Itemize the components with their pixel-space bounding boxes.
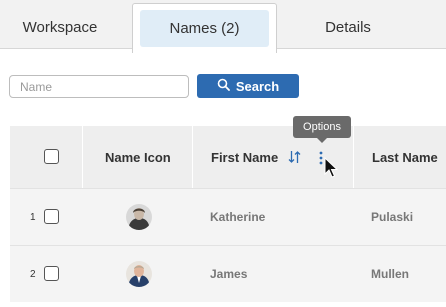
names-table: Name Icon First Name Last Name 1 Katheri… (10, 126, 446, 302)
table-row[interactable]: 2 James Mullen (10, 245, 446, 302)
column-divider (82, 126, 83, 188)
tab-names[interactable]: Names (2) (132, 3, 277, 53)
mouse-cursor-icon (324, 156, 339, 184)
row-checkbox[interactable] (44, 266, 59, 281)
select-all-checkbox[interactable] (44, 149, 59, 164)
tab-workspace[interactable]: Workspace (0, 0, 120, 48)
column-header-first-name[interactable]: First Name (211, 150, 278, 165)
options-tooltip: Options (293, 116, 351, 143)
column-divider (353, 126, 354, 188)
row-checkbox[interactable] (44, 209, 59, 224)
search-icon (217, 78, 230, 94)
table-header: Name Icon First Name Last Name (10, 126, 446, 188)
last-name-cell: Mullen (371, 267, 409, 281)
search-button-label: Search (235, 78, 280, 94)
tab-details[interactable]: Details (300, 0, 396, 48)
first-name-cell: James (210, 267, 248, 281)
last-name-cell: Pulaski (371, 210, 414, 224)
column-header-name-icon: Name Icon (105, 150, 171, 165)
column-header-last-name[interactable]: Last Name (372, 150, 438, 165)
row-number: 2 (30, 269, 36, 280)
column-divider (192, 126, 193, 188)
tab-bar: Workspace Names (2) Details (0, 0, 446, 53)
row-number: 1 (30, 212, 36, 223)
tab-names-label: Names (2) (140, 10, 269, 47)
name-search-input[interactable] (9, 75, 189, 98)
avatar (126, 204, 152, 230)
first-name-cell: Katherine (210, 210, 266, 224)
table-row[interactable]: 1 Katherine Pulaski (10, 188, 446, 245)
sort-icon[interactable] (288, 150, 301, 169)
avatar (126, 261, 152, 287)
search-button[interactable]: Search (197, 74, 299, 98)
options-kebab-icon[interactable] (319, 151, 323, 170)
